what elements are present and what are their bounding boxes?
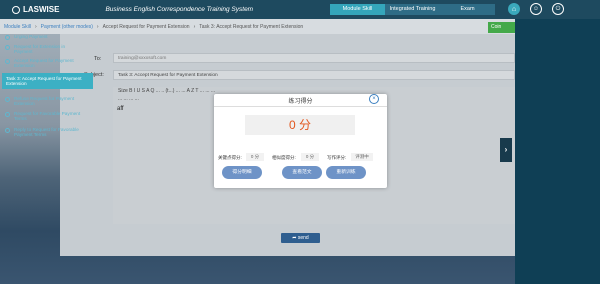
sidebar-item[interactable]: Request for Extension in Payment xyxy=(5,44,82,54)
tab-integrated-training[interactable]: Integrated Training xyxy=(385,4,440,15)
logo-mark-icon xyxy=(12,5,20,14)
main-nav: Module Skill Integrated Training Exam xyxy=(330,4,495,15)
breadcrumb-item[interactable]: Module Skill xyxy=(4,24,31,30)
score-display: 0 分 xyxy=(245,115,355,135)
breadcrumb-current: Task 3: Accept Request for Payment Exten… xyxy=(199,23,304,30)
coin-button[interactable]: Coin xyxy=(488,22,515,33)
sidebar-item[interactable]: Request for Favorable Payment Terms xyxy=(5,111,82,121)
tab-module-skill[interactable]: Module Skill xyxy=(330,4,385,15)
stat-value: 0 分 xyxy=(246,153,264,161)
modal-title: 练习得分 xyxy=(288,99,313,105)
logo: LASWISE xyxy=(12,5,59,14)
stat-label: 关键点得分: xyxy=(218,155,242,160)
user-icon[interactable]: ☺ xyxy=(530,3,542,15)
sidebar-item[interactable]: Refuse Request for Payment Extension xyxy=(5,96,82,106)
stat-value: 0 分 xyxy=(301,153,319,161)
breadcrumb: Module Skill › Payment (other modes) › Acc… xyxy=(0,19,515,34)
system-title: Business English Correspondence Training… xyxy=(105,6,254,13)
send-label: send xyxy=(297,235,309,241)
breadcrumb-item[interactable]: Accept Request for Payment Extension xyxy=(103,24,190,30)
score-modal: 练习得分 × 0 分 关键点得分: 0 分 相似度得分: 0 分 写作评分: 评… xyxy=(214,94,387,188)
to-field[interactable]: training@xxxxsoft.com xyxy=(113,53,515,63)
tab-exam[interactable]: Exam xyxy=(440,4,495,15)
send-button[interactable]: ➦ send xyxy=(281,233,320,243)
sidebar-item[interactable]: Reply to Request for Favorable Payment T… xyxy=(5,127,82,137)
stat-value: 评测中 xyxy=(351,153,373,161)
close-icon[interactable]: × xyxy=(369,94,379,104)
breadcrumb-item[interactable]: Payment (other modes) xyxy=(41,24,93,30)
to-label: To: xyxy=(94,56,102,62)
stat-label: 写作评分: xyxy=(327,155,347,160)
view-sample-button[interactable]: 查看范文 xyxy=(282,166,322,179)
task-sidebar xyxy=(515,19,600,284)
power-icon[interactable]: ⏻ xyxy=(552,3,564,15)
email-body-text: aff xyxy=(117,106,124,112)
modal-divider xyxy=(214,106,387,107)
score-detail-button[interactable]: 得分明细 xyxy=(222,166,262,179)
sidebar-toggle-chevron-icon[interactable]: › xyxy=(500,138,512,162)
stat-label: 相似度得分: xyxy=(272,155,296,160)
sidebar-item[interactable]: Urging Payment xyxy=(5,34,82,41)
header-icons: ⌂ ☺ ⏻ xyxy=(508,3,564,15)
subject-field[interactable]: Task 3: Accept Request for Payment Exten… xyxy=(113,70,515,80)
logo-text: LASWISE xyxy=(23,5,60,14)
sidebar-item[interactable]: Accept Request for Payment Extension xyxy=(5,58,82,68)
home-icon[interactable]: ⌂ xyxy=(508,3,520,15)
sidebar-item-active[interactable]: Task 3: Accept Request for Payment Exten… xyxy=(2,73,93,90)
retrain-button[interactable]: 重新训练 xyxy=(326,166,366,179)
